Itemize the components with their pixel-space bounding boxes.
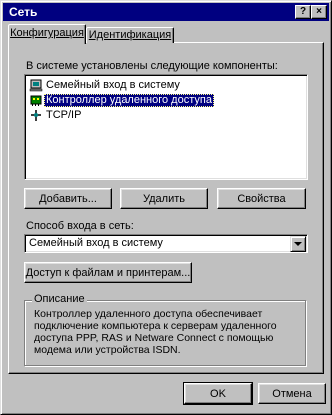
tab-identification[interactable]: Идентификация <box>86 27 174 43</box>
chevron-down-icon <box>294 242 302 246</box>
client-icon <box>29 79 43 92</box>
logon-method-label: Способ входа в сеть: <box>26 220 134 232</box>
tab-configuration[interactable]: Конфигурация <box>8 24 86 44</box>
list-item-family-logon[interactable]: Семейный вход в систему <box>28 79 296 92</box>
list-item-label: Семейный вход в систему <box>46 79 180 91</box>
description-legend: Описание <box>32 293 87 305</box>
close-icon: × <box>316 6 322 17</box>
window-title: Сеть <box>9 5 38 19</box>
help-icon: ? <box>299 6 307 17</box>
list-item-tcp-ip[interactable]: TCP/IP <box>28 109 296 122</box>
components-label: В системе установлены следующие компонен… <box>26 60 278 72</box>
logon-method-select[interactable]: Семейный вход в систему <box>24 234 308 253</box>
components-list[interactable]: Семейный вход в систему Контроллер удале… <box>24 74 308 180</box>
title-bar[interactable]: Сеть ? × <box>3 3 329 21</box>
adapter-icon <box>29 94 43 107</box>
dropdown-button[interactable] <box>290 236 306 252</box>
add-button[interactable]: Добавить... <box>24 188 112 209</box>
logon-method-value: Семейный вход в систему <box>29 237 163 249</box>
protocol-icon <box>29 109 43 122</box>
tab-identification-label: Идентификация <box>88 29 172 41</box>
cancel-button[interactable]: Отмена <box>258 383 326 404</box>
list-item-label: Контроллер удаленного доступа <box>44 94 214 107</box>
remove-button[interactable]: Удалить <box>120 188 208 209</box>
file-print-sharing-button[interactable]: Доступ к файлам и принтерам... <box>24 262 192 283</box>
list-item-dial-up-adapter[interactable]: Контроллер удаленного доступа <box>28 94 296 107</box>
close-button[interactable]: × <box>311 5 327 19</box>
list-item-label: TCP/IP <box>46 109 82 121</box>
ok-button[interactable]: OK <box>183 382 253 405</box>
properties-button[interactable]: Свойства <box>217 188 306 209</box>
help-button[interactable]: ? <box>295 5 311 19</box>
tab-configuration-label: Конфигурация <box>10 27 84 39</box>
description-text: Контроллер удаленного доступа обеспечива… <box>34 308 277 356</box>
